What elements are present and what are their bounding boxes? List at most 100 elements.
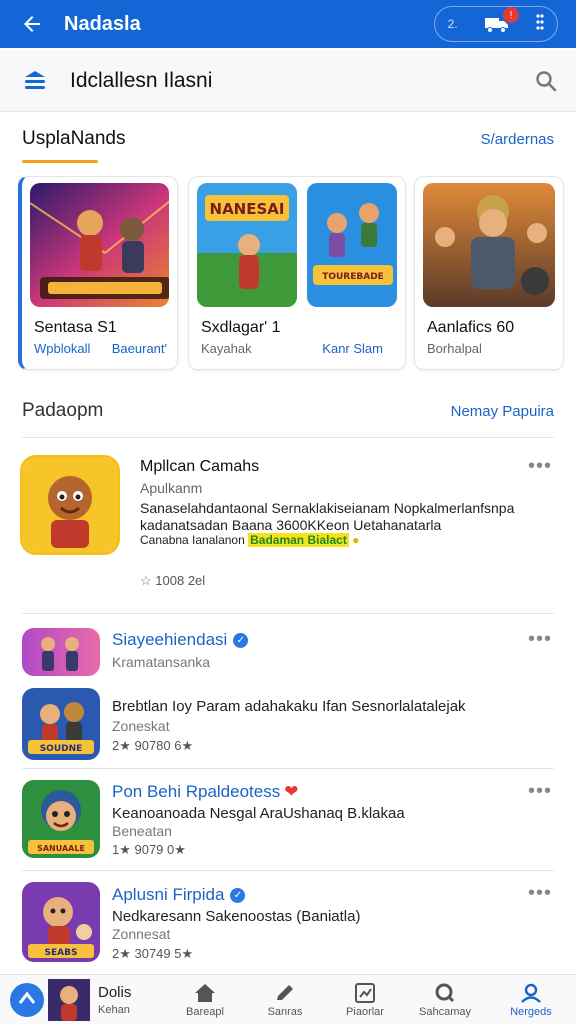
more-options-icon[interactable]: ••• [528,882,552,905]
card-subtitle-left: Borhalpal [427,341,482,356]
profile-icon [521,983,541,1003]
card-subtitle: Borhalpal [427,341,553,356]
app-developer: Zoneskat [112,718,170,734]
nav-item-label: Sahcamay [419,1005,471,1018]
app-developer: Beneatan [112,823,172,839]
nav-item-home[interactable]: Bareapl [164,975,246,1024]
app-rating: 1★ 9079 0★ [112,842,186,857]
featured-header: UsplaNands S/ardernas [22,128,554,150]
icon-art-text: SEABS [45,948,78,958]
app-rating: 2★ 30749 5★ [112,946,194,961]
nav-item-top-label: Dolis [98,984,132,1001]
more-vert-icon[interactable] [536,13,544,36]
app-icon[interactable] [20,455,120,555]
game-art-image: TOUREBADE [307,183,397,307]
app-title-text: Siayeehiendasi [112,630,228,649]
search-icon [435,983,455,1002]
app-icon[interactable]: SEABS [22,882,100,962]
game-art-image [30,183,169,307]
nav-item-edit[interactable]: Sanras [244,975,326,1024]
nav-item-profile[interactable]: Nergeds [490,975,572,1024]
app-description: Keanoanoada Nesgal AraUshanaq B.klakaa [112,805,405,822]
featured-underline [22,160,98,163]
verified-icon: ✓ [230,888,246,903]
app-tag-highlight: Badaman Bialact [248,533,349,547]
star-outline-icon: ☆ [140,573,152,588]
cart-icon[interactable]: ! [483,7,519,35]
more-options-icon[interactable]: ••• [528,628,552,651]
chart-icon [355,982,375,1003]
featured-see-all-link[interactable]: S/ardernas [481,131,554,148]
nav-item-label: Kehan [98,1004,130,1016]
app-title[interactable]: Mpllcan Camahs [140,458,259,476]
app-icon[interactable]: SANUAALE [22,780,100,858]
app-title-text: Pon Behi Rpaldeotess [112,782,281,801]
featured-heading: UsplaNands [22,128,126,149]
app-bar: Nadasla 2. ! [0,0,576,48]
app-icon[interactable] [22,628,100,676]
icon-art-text: SOUDNE [40,744,83,754]
app-developer: Apulkanm [140,480,203,496]
more-options-icon[interactable]: ••• [528,780,552,803]
action-pill[interactable]: 2. ! [434,6,558,42]
app-description: Nedkaresann Sakenoostas (Baniatla) [112,908,361,925]
pencil-icon [277,984,293,1000]
featured-card[interactable]: Aanlafics 60 Borhalpal [414,176,564,370]
card-title: Sentasa S1 [34,319,117,336]
app-title: Nadasla [64,12,141,35]
notification-badge: ! [503,7,519,23]
app-rating: ☆ 1008 2el [140,573,205,589]
divider [22,768,554,769]
icon-art-text: SANUAALE [37,844,85,853]
popular-header: Padaopm Nemay Papuira [22,400,554,422]
app-developer: Zonnesat [112,926,171,942]
card-subtitle-right: Baeurant' [111,341,167,356]
nav-item-chart[interactable]: Piaorlar [324,975,406,1024]
featured-card[interactable]: Sentasa S1 Wpblokall Baeurant' [18,176,178,370]
back-arrow-icon[interactable] [10,0,54,48]
heart-icon: ❤ [284,782,299,801]
home-icon [195,983,215,1002]
action-label: 2. [447,17,458,31]
nav-item-search[interactable]: Sahcamay [404,975,486,1024]
nav-item-label: Sanras [267,1005,303,1018]
app-tag-text: Canabna Ianalanon [140,533,245,547]
search-input[interactable]: Idclallesn Ilasni [70,69,516,93]
avatar [48,979,90,1021]
featured-card[interactable]: NANESAI TOUREBADE Sxdlagar' 1 Kayahak Ka… [188,176,406,370]
share-icon [10,983,44,1017]
app-title-text: Aplusni Firpida [112,885,225,904]
card-art-text: NANESAI [210,200,285,218]
card-subtitle-right: Kanr Slam [322,341,383,356]
nav-item-kehan[interactable]: Dolis Kehan [10,975,160,1024]
menu-icon[interactable] [0,70,70,92]
popular-heading: Padaopm [22,400,104,421]
card-title: Aanlafics 60 [427,319,515,336]
card-title: Sxdlagar' 1 [201,319,281,336]
star-icon: ● [352,533,360,547]
card-subtitle-left: Kayahak [201,341,252,356]
game-art-image [423,183,555,307]
game-art-image: NANESAI [197,183,297,307]
search-icon[interactable] [516,70,576,92]
app-tags: Canabna Ianalanon Badaman Bialact ● [140,533,359,547]
app-title[interactable]: Aplusni Firpida ✓ [112,885,246,905]
search-bar: Idclallesn Ilasni [0,50,576,112]
card-subtitle-left: Wpblokall [34,341,91,356]
card-subtitle: Kayahak Kanr Slam [201,341,395,356]
popular-see-all-link[interactable]: Nemay Papuira [451,403,554,420]
nav-item-label: Nergeds [510,1005,552,1018]
verified-icon: ✓ [233,633,249,648]
app-description: Sanaselahdantaonal Sernaklakiseianam Nop… [140,500,515,533]
app-description: Brebtlan Ioy Param adahakaku Ifan Sesnor… [112,698,466,715]
nav-item-label: Bareapl [186,1005,224,1018]
app-icon[interactable]: SOUDNE [22,688,100,760]
card-subtitle: Wpblokall Baeurant' [34,341,167,356]
more-options-icon[interactable]: ••• [528,455,552,478]
app-rating: 2★ 90780 6★ [112,738,194,753]
divider [22,437,554,438]
nav-item-text: Dolis Kehan [98,984,131,1016]
app-title[interactable]: Pon Behi Rpaldeotess ❤ [112,782,298,802]
app-title[interactable]: Siayeehiendasi ✓ [112,630,249,650]
app-rating-value: 1008 2el [155,573,206,588]
